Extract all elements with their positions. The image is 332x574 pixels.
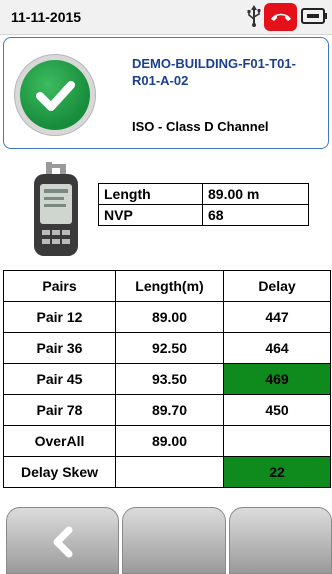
delay-cell: 447: [223, 301, 331, 333]
test-standard: ISO - Class D Channel: [132, 119, 269, 134]
pass-check-icon: [14, 54, 96, 136]
battery-icon: [301, 8, 327, 24]
pair-cell: OverAll: [3, 425, 116, 457]
end-call-icon[interactable]: [264, 3, 297, 31]
info-row-nvp: NVP 68: [98, 204, 309, 226]
cable-info-table: Length 89.00 m NVP 68: [98, 183, 309, 226]
length-cell: [115, 456, 224, 488]
length-cell: 89.00: [115, 425, 224, 457]
table-row: Pair 36 92.50 464: [3, 332, 331, 364]
length-cell: 89.70: [115, 394, 224, 426]
project-name: DEMO-BUILDING-F01-T01-R01-A-02: [132, 56, 296, 88]
pair-cell: Pair 45: [3, 363, 116, 395]
delay-cell-highlighted: 22: [223, 456, 331, 488]
column-header: Delay: [223, 270, 331, 302]
tester-device-icon: [34, 162, 78, 256]
table-row: Pair 78 89.70 450: [3, 394, 331, 426]
middle-button[interactable]: [122, 507, 226, 574]
pair-cell: Pair 12: [3, 301, 116, 333]
pair-cell: Pair 78: [3, 394, 116, 426]
pair-results-table: Pairs Length(m) Delay Pair 12 89.00 447 …: [3, 270, 331, 488]
delay-cell: [223, 425, 331, 457]
pair-cell: Delay Skew: [3, 456, 116, 488]
length-cell: 92.50: [115, 332, 224, 364]
table-row: Pair 45 93.50 469: [3, 363, 331, 395]
bottom-button-bar: [0, 507, 332, 574]
info-value: 68: [202, 204, 309, 226]
table-header-row: Pairs Length(m) Delay: [3, 270, 331, 302]
status-bar: 11-11-2015: [0, 0, 332, 35]
back-button[interactable]: [6, 507, 119, 574]
table-row: Delay Skew 22: [3, 456, 331, 488]
column-header: Pairs: [3, 270, 116, 302]
column-header: Length(m): [115, 270, 224, 302]
table-row: Pair 12 89.00 447: [3, 301, 331, 333]
info-value: 89.00 m: [202, 183, 309, 205]
delay-cell: 450: [223, 394, 331, 426]
length-cell: 93.50: [115, 363, 224, 395]
date-label: 11-11-2015: [11, 9, 82, 25]
info-label: NVP: [98, 204, 203, 226]
chevron-left-icon: [53, 526, 73, 558]
info-row-length: Length 89.00 m: [98, 183, 309, 205]
delay-cell: 464: [223, 332, 331, 364]
result-card: DEMO-BUILDING-F01-T01-R01-A-02 ISO - Cla…: [3, 37, 329, 149]
usb-icon: [247, 5, 261, 27]
delay-cell-highlighted: 469: [223, 363, 331, 395]
pair-cell: Pair 36: [3, 332, 116, 364]
right-button[interactable]: [229, 507, 332, 574]
info-label: Length: [98, 183, 203, 205]
table-row: OverAll 89.00: [3, 425, 331, 457]
length-cell: 89.00: [115, 301, 224, 333]
